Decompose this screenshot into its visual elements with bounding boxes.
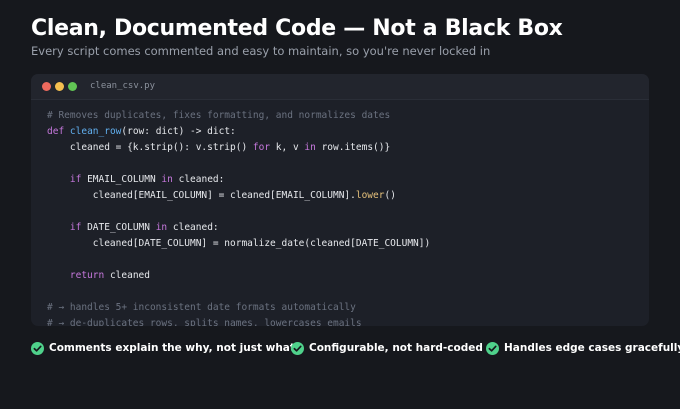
code-line: cleaned[EMAIL_COLUMN] = cleaned[EMAIL_CO… xyxy=(47,188,430,204)
code-keyword: in xyxy=(304,142,316,153)
feature-label: Configurable, not hard-coded xyxy=(309,342,483,354)
feature-list: Comments explain the why, not just what … xyxy=(31,340,680,356)
check-circle-icon xyxy=(31,342,44,355)
code-keyword: return xyxy=(69,270,105,281)
check-circle-icon xyxy=(291,342,304,355)
code-keyword: if xyxy=(69,222,82,233)
code-line: # → handles 5+ inconsistent date formats… xyxy=(47,300,430,316)
code-filename: clean_csv.py xyxy=(90,81,156,91)
page-subtitle: Every script comes commented and easy to… xyxy=(31,44,491,58)
code-text: cleaned xyxy=(104,270,150,281)
code-text: DATE_COLUMN xyxy=(81,222,156,233)
close-dot-icon xyxy=(42,82,51,91)
code-text: EMAIL_COLUMN xyxy=(81,174,162,185)
code-text: row.items()} xyxy=(315,142,391,153)
code-method-name: lower xyxy=(355,190,385,201)
code-text: k, v xyxy=(270,142,305,153)
code-line: cleaned = {k.strip(): v.strip() for k, v… xyxy=(47,140,430,156)
code-line: # → de-duplicates rows, splits names, lo… xyxy=(47,316,430,326)
code-keyword: in xyxy=(155,222,168,233)
code-line: # Removes duplicates, fixes formatting, … xyxy=(47,108,430,124)
code-line: if DATE_COLUMN in cleaned: xyxy=(47,220,430,236)
code-text: () xyxy=(384,190,396,201)
code-comment: # → handles 5+ inconsistent date formats… xyxy=(47,302,356,313)
page-title: Clean, Documented Code — Not a Black Box xyxy=(31,16,563,41)
code-line: cleaned[DATE_COLUMN] = normalize_date(cl… xyxy=(47,236,430,252)
feature-label: Handles edge cases gracefully xyxy=(504,342,680,354)
code-comment: # → de-duplicates rows, splits names, lo… xyxy=(47,318,362,326)
code-window: clean_csv.py # Removes duplicates, fixes… xyxy=(31,74,649,326)
code-comment: # Removes duplicates, fixes formatting, … xyxy=(47,110,391,121)
code-keyword: def xyxy=(47,126,65,137)
code-window-titlebar: clean_csv.py xyxy=(31,74,649,100)
code-line: if EMAIL_COLUMN in cleaned: xyxy=(47,172,430,188)
code-text: cleaned[EMAIL_COLUMN] = cleaned[EMAIL_CO… xyxy=(47,190,356,201)
code-text: cleaned[DATE_COLUMN] = normalize_date(cl… xyxy=(47,238,431,249)
code-line: return cleaned xyxy=(47,268,430,284)
code-text: cleaned: xyxy=(172,174,225,185)
code-text: cleaned: xyxy=(167,222,219,233)
code-text: cleaned = {k.strip(): v.strip() xyxy=(47,142,253,153)
code-keyword: in xyxy=(161,174,173,185)
minimize-dot-icon xyxy=(55,82,64,91)
feature-label: Comments explain the why, not just what xyxy=(49,342,295,354)
code-function-name: clean_row xyxy=(69,126,122,137)
code-block: # Removes duplicates, fixes formatting, … xyxy=(47,108,430,326)
code-keyword: for xyxy=(252,142,271,153)
code-keyword: if xyxy=(69,174,82,185)
code-line: def clean_row(row: dict) -> dict: xyxy=(47,124,430,140)
maximize-dot-icon xyxy=(68,82,77,91)
code-text: (row: dict) -> dict: xyxy=(121,126,236,137)
check-circle-icon xyxy=(486,342,499,355)
